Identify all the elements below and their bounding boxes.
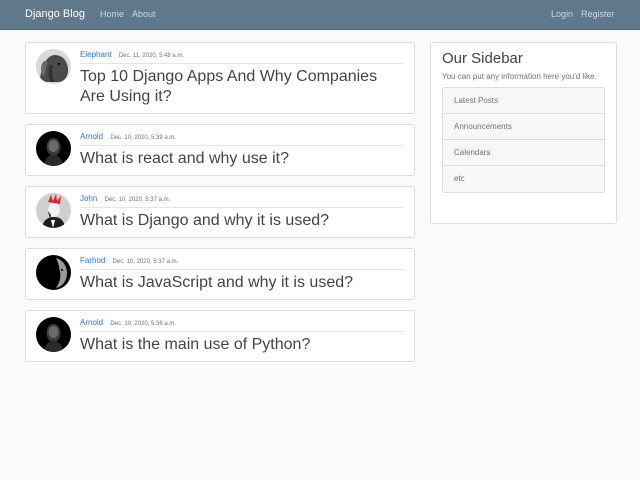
post-list: Elephant Dec. 11, 2020, 5:48 a.m. Top 10…: [25, 42, 415, 372]
post-title-link[interactable]: Top 10 Django Apps And Why Companies Are…: [80, 67, 404, 107]
post-date: Dec. 10, 2020, 5:37 a.m.: [104, 197, 171, 203]
brand-link[interactable]: Django Blog: [25, 8, 85, 20]
sidebar-item-latest-posts[interactable]: Latest Posts: [443, 88, 604, 114]
post-author-link[interactable]: John: [80, 194, 97, 203]
post-date: Dec. 10, 2020, 5:36 a.m.: [110, 321, 177, 327]
post-title-link[interactable]: What is Django and why it is used?: [80, 211, 404, 231]
post-author-link[interactable]: Elephant: [80, 50, 112, 59]
post-author-link[interactable]: Farhod: [80, 256, 105, 265]
elephant-avatar-icon[interactable]: [36, 49, 71, 84]
nav-register-link[interactable]: Register: [581, 9, 615, 19]
sidebar-item-calendars[interactable]: Calendars: [443, 140, 604, 166]
post-card: Farhod Dec. 10, 2020, 5:37 a.m. What is …: [25, 248, 415, 300]
post-date: Dec. 10, 2020, 5:37 a.m.: [112, 259, 179, 265]
post-card: John Dec. 10, 2020, 5:37 a.m. What is Dj…: [25, 186, 415, 238]
sidebar-list: Latest Posts Announcements Calendars etc: [442, 87, 605, 193]
red-hair-avatar-icon[interactable]: [36, 193, 71, 228]
post-title-link[interactable]: What is the main use of Python?: [80, 335, 404, 355]
post-title-link[interactable]: What is JavaScript and why it is used?: [80, 273, 404, 293]
top-navbar: Django Blog Home About Login Register: [0, 0, 640, 30]
sidebar-description: You can put any information here you'd l…: [442, 72, 597, 81]
post-title-link[interactable]: What is react and why use it?: [80, 149, 404, 169]
nav-login-link[interactable]: Login: [551, 9, 573, 19]
post-meta: Arnold Dec. 10, 2020, 5:39 a.m.: [80, 131, 404, 146]
sidebar-title: Our Sidebar: [442, 50, 523, 67]
post-meta: Farhod Dec. 10, 2020, 5:37 a.m.: [80, 255, 404, 270]
nav-home-link[interactable]: Home: [100, 9, 124, 19]
sidebar: Our Sidebar You can put any information …: [430, 42, 617, 224]
dark-portrait-avatar-icon[interactable]: [36, 317, 71, 352]
post-author-link[interactable]: Arnold: [80, 318, 103, 327]
post-date: Dec. 10, 2020, 5:39 a.m.: [110, 135, 177, 141]
nav-about-link[interactable]: About: [132, 9, 156, 19]
post-author-link[interactable]: Arnold: [80, 132, 103, 141]
dark-portrait-avatar-icon[interactable]: [36, 131, 71, 166]
post-meta: Arnold Dec. 10, 2020, 5:36 a.m.: [80, 317, 404, 332]
post-meta: John Dec. 10, 2020, 5:37 a.m.: [80, 193, 404, 208]
post-date: Dec. 11, 2020, 5:48 a.m.: [118, 53, 185, 59]
post-card: Elephant Dec. 11, 2020, 5:48 a.m. Top 10…: [25, 42, 415, 114]
sidebar-item-announcements[interactable]: Announcements: [443, 114, 604, 140]
post-meta: Elephant Dec. 11, 2020, 5:48 a.m.: [80, 49, 404, 64]
post-card: Arnold Dec. 10, 2020, 5:39 a.m. What is …: [25, 124, 415, 176]
half-face-avatar-icon[interactable]: [36, 255, 71, 290]
sidebar-item-etc[interactable]: etc: [443, 166, 604, 192]
post-card: Arnold Dec. 10, 2020, 5:36 a.m. What is …: [25, 310, 415, 362]
